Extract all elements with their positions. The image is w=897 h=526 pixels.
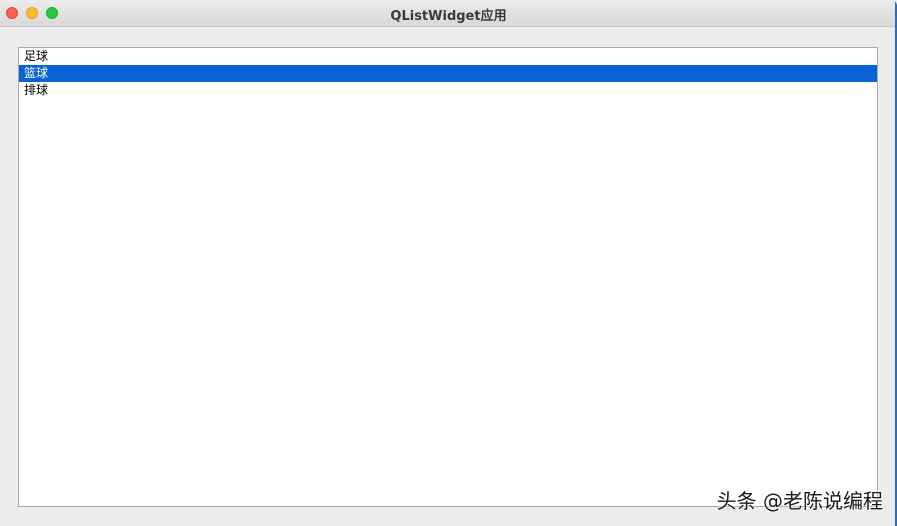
list-item-football[interactable]: 足球 [19, 48, 877, 65]
app-window: QListWidget应用 足球 篮球 排球 头条 @老陈说编程 [0, 0, 897, 526]
title-bar[interactable]: QListWidget应用 [0, 0, 897, 27]
list-item-volleyball[interactable]: 排球 [19, 82, 877, 99]
window-title: QListWidget应用 [390, 9, 507, 24]
watermark-text: 头条 @老陈说编程 [716, 489, 883, 513]
list-item-label: 排球 [24, 83, 49, 97]
list-item-label: 篮球 [24, 66, 49, 80]
list-widget[interactable]: 足球 篮球 排球 [18, 47, 878, 507]
list-item-basketball[interactable]: 篮球 [19, 65, 877, 82]
list-item-label: 足球 [24, 49, 49, 63]
